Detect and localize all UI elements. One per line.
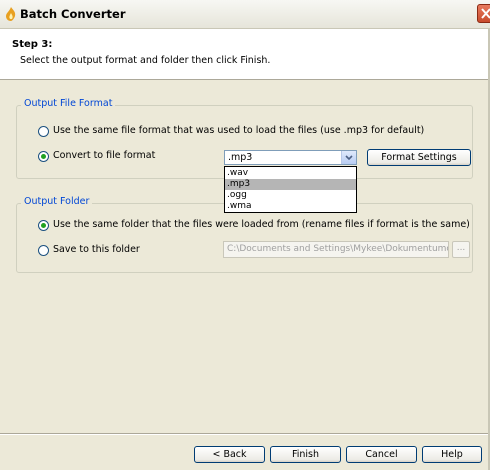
dropdown-option-wav[interactable]: .wav <box>225 168 356 179</box>
step-title: Step 3: <box>12 39 53 50</box>
dropdown-option-mp3[interactable]: .mp3 <box>225 179 356 190</box>
title-bar: Batch Converter <box>0 0 490 29</box>
output-format-legend: Output File Format <box>21 98 116 109</box>
window-title: Batch Converter <box>20 7 126 21</box>
flame-icon <box>6 7 16 21</box>
wizard-header: Step 3: Select the output format and fol… <box>0 29 490 80</box>
cancel-button[interactable]: Cancel <box>346 446 417 463</box>
save-to-folder-label[interactable]: Save to this folder <box>53 244 140 255</box>
convert-format-radio[interactable] <box>38 151 49 162</box>
dropdown-option-ogg[interactable]: .ogg <box>225 190 356 201</box>
dropdown-option-wma[interactable]: .wma <box>225 201 356 212</box>
output-folder-group <box>16 203 473 273</box>
close-icon <box>481 8 490 19</box>
output-folder-legend: Output Folder <box>21 196 93 207</box>
output-format-legend-text: Output File Format <box>24 98 113 109</box>
same-format-label[interactable]: Use the same file format that was used t… <box>53 125 424 136</box>
step-description: Select the output format and folder then… <box>20 55 271 66</box>
finish-button[interactable]: Finish <box>270 446 341 463</box>
format-select-value: .mp3 <box>228 152 253 163</box>
close-button[interactable] <box>477 4 490 23</box>
save-to-folder-radio[interactable] <box>38 245 49 256</box>
back-button[interactable]: < Back <box>194 446 265 463</box>
browse-button[interactable]: ... <box>452 241 470 258</box>
same-folder-radio[interactable] <box>38 220 49 231</box>
format-select-arrow[interactable] <box>341 151 356 164</box>
same-folder-label[interactable]: Use the same folder that the files were … <box>53 219 470 230</box>
folder-path-input[interactable]: C:\Documents and Settings\Mykee\Dokument… <box>223 241 449 258</box>
format-settings-button[interactable]: Format Settings <box>367 149 471 166</box>
convert-format-label[interactable]: Convert to file format <box>53 150 155 161</box>
format-dropdown-list: .wav .mp3 .ogg .wma <box>224 166 357 213</box>
footer-separator-highlight <box>0 434 490 435</box>
chevron-down-icon <box>345 155 353 161</box>
format-select[interactable]: .mp3 <box>224 150 357 165</box>
same-format-radio[interactable] <box>38 126 49 137</box>
output-folder-legend-text: Output Folder <box>24 196 90 207</box>
help-button[interactable]: Help <box>422 446 482 463</box>
